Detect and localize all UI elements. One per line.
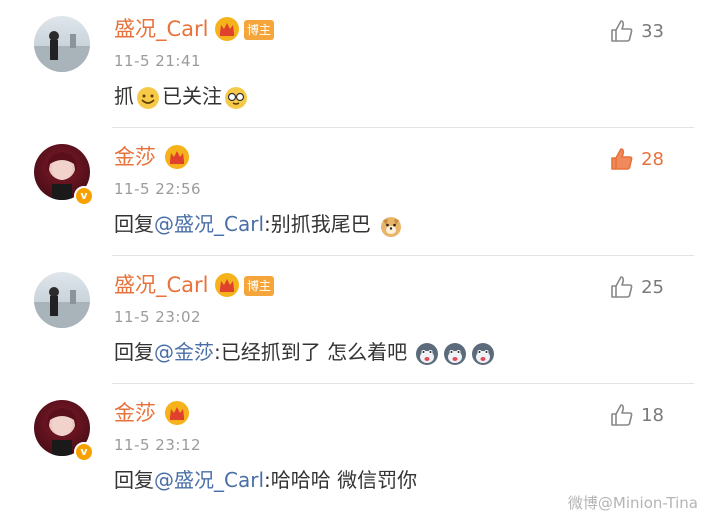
verified-badge: v [74, 186, 94, 206]
like-count: 33 [641, 20, 664, 42]
comment-body: :哈哈哈 微信罚你 [264, 468, 418, 492]
like-count: 18 [641, 404, 664, 426]
avatar-photo [34, 31, 90, 72]
comment-text: 回复@盛况_Carl:哈哈哈 微信罚你 [114, 464, 417, 496]
blogger-badge: 博主 [244, 20, 274, 40]
comment-text-start: 抓 [114, 84, 134, 108]
username[interactable]: 金莎 [114, 142, 156, 172]
comment-body: :别抓我尾巴 [264, 212, 371, 236]
like-button[interactable]: 33 [609, 16, 664, 46]
reply-prefix: 回复 [114, 468, 154, 492]
comment-item: v 金莎 11-5 22:56 回复@盛况_Carl:别抓我尾巴 28 [0, 128, 708, 256]
mention-link[interactable]: @盛况_Carl [154, 468, 264, 492]
comment-time: 11-5 21:41 [114, 52, 202, 70]
comment-text-end: 已关注 [162, 84, 222, 108]
mention-link[interactable]: @盛况_Carl [154, 212, 264, 236]
username[interactable]: 盛况_Carl [114, 14, 209, 44]
comment-item: 盛况_Carl 博主 11-5 23:02 回复@金莎:已经抓到了 怎么着吧 2… [0, 256, 708, 384]
crown-icon [214, 16, 240, 42]
thumbs-up-icon [611, 148, 633, 170]
like-count: 28 [641, 148, 664, 170]
comment-text: 回复@盛况_Carl:别抓我尾巴 [114, 208, 405, 240]
like-button[interactable]: 25 [609, 272, 664, 302]
watermark: 微博@Minion-Tina [567, 494, 698, 512]
thumbs-up-icon [611, 20, 633, 42]
crown-icon [164, 144, 190, 170]
verified-badge: v [74, 442, 94, 462]
username[interactable]: 金莎 [114, 398, 156, 428]
reply-prefix: 回复 [114, 340, 154, 364]
husky-emoji-icon [444, 342, 467, 365]
comment-text: 回复@金莎:已经抓到了 怎么着吧 [114, 336, 497, 368]
grin-emoji-icon [137, 86, 159, 109]
doge-emoji-icon [381, 216, 402, 237]
husky-emoji-icon [416, 342, 439, 365]
mention-link[interactable]: @金莎 [154, 340, 214, 364]
blogger-badge: 博主 [244, 276, 274, 296]
comment-time: 11-5 22:56 [114, 180, 202, 198]
comment-item: 盛况_Carl 博主 11-5 21:41 抓 已关注 33 [0, 0, 708, 128]
crown-icon [214, 272, 240, 298]
husky-emoji-icon [472, 342, 495, 365]
comment-text: 抓 已关注 [114, 80, 250, 112]
comment-body: :已经抓到了 怎么着吧 [214, 340, 408, 364]
reply-prefix: 回复 [114, 212, 154, 236]
avatar[interactable] [34, 16, 90, 72]
like-button[interactable]: 28 [609, 144, 664, 174]
thumbs-up-icon [611, 404, 633, 426]
avatar[interactable] [34, 272, 90, 328]
comment-time: 11-5 23:12 [114, 436, 202, 454]
avatar-photo [34, 287, 90, 328]
like-button[interactable]: 18 [609, 400, 664, 430]
like-count: 25 [641, 276, 664, 298]
thumbs-up-icon [611, 276, 633, 298]
username[interactable]: 盛况_Carl [114, 270, 209, 300]
crown-icon [164, 400, 190, 426]
comment-time: 11-5 23:02 [114, 308, 202, 326]
nerd-emoji-icon [225, 86, 247, 109]
